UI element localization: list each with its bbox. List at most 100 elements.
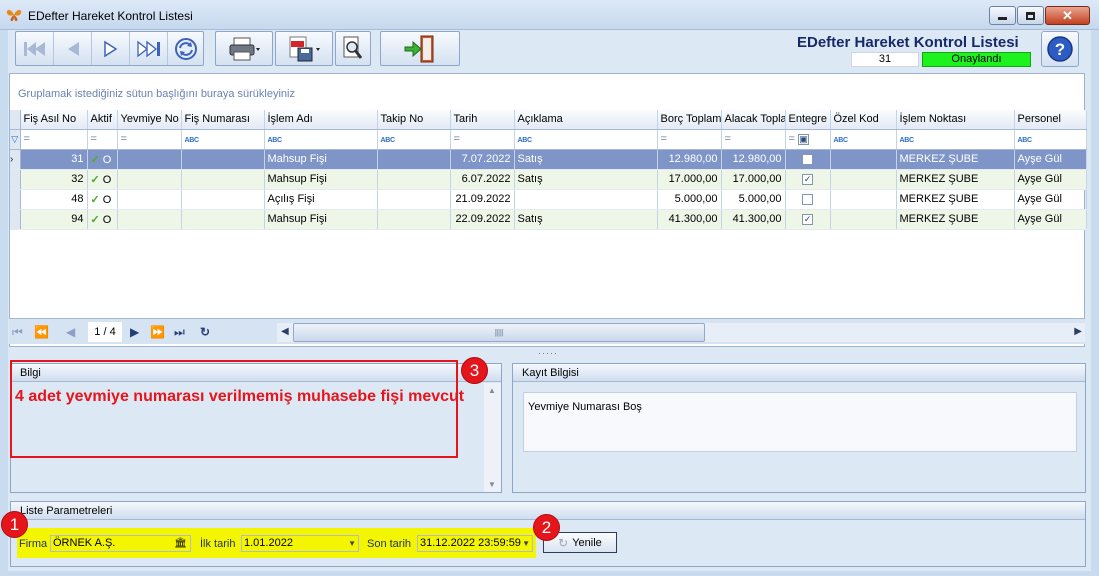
- table-row[interactable]: 48 ✓ O Açılış Fişi 21.09.2022 5.000,00 5…: [10, 189, 1087, 210]
- takip-no-cell[interactable]: [377, 209, 451, 230]
- last-record-button[interactable]: [130, 32, 168, 65]
- takip-no-cell[interactable]: [377, 149, 451, 170]
- fis-asil-no-cell[interactable]: 94: [20, 209, 88, 230]
- col-header[interactable]: Personel: [1014, 110, 1087, 130]
- first-record-button[interactable]: [16, 32, 54, 65]
- scroll-thumb[interactable]: ||||: [293, 323, 705, 342]
- exit-button[interactable]: [381, 32, 459, 65]
- col-header[interactable]: Alacak Topla: [721, 110, 786, 130]
- alacak-cell[interactable]: 17.000,00: [721, 169, 786, 190]
- filter-cell[interactable]: =: [20, 129, 88, 150]
- fis-numarasi-cell[interactable]: [181, 169, 265, 190]
- islem-noktasi-cell[interactable]: MERKEZ ŞUBE: [896, 149, 1015, 170]
- help-button[interactable]: ?: [1041, 31, 1079, 67]
- nav-first-icon[interactable]: ⏮: [12, 325, 23, 340]
- yevmiye-no-cell[interactable]: [117, 209, 182, 230]
- nav-last-icon[interactable]: ⏭: [174, 325, 185, 340]
- splitter-grip[interactable]: ·····: [538, 348, 558, 358]
- islem-adi-cell[interactable]: Açılış Fişi: [264, 189, 378, 210]
- filter-cell[interactable]: ABC: [181, 129, 265, 150]
- maximize-button[interactable]: [1017, 6, 1044, 25]
- islem-adi-cell[interactable]: Mahsup Fişi: [264, 149, 378, 170]
- previous-record-button[interactable]: [54, 32, 92, 65]
- col-header[interactable]: Takip No: [377, 110, 451, 130]
- aktif-cell[interactable]: ✓ O: [87, 189, 118, 210]
- scroll-up-icon[interactable]: ▲: [488, 386, 496, 395]
- nav-next-icon[interactable]: ▶: [130, 325, 139, 339]
- nav-next-page-icon[interactable]: ⏩: [150, 325, 165, 339]
- bilgi-vertical-scrollbar[interactable]: ▲ ▼: [484, 383, 501, 492]
- aciklama-cell[interactable]: Satış: [514, 209, 658, 230]
- entegre-cell[interactable]: [785, 149, 831, 170]
- tarih-cell[interactable]: 22.09.2022: [450, 209, 515, 230]
- fis-numarasi-cell[interactable]: [181, 189, 265, 210]
- preview-button[interactable]: [336, 32, 370, 65]
- ozel-kod-cell[interactable]: [830, 149, 897, 170]
- filter-icon[interactable]: ▽: [10, 129, 21, 150]
- alacak-cell[interactable]: 5.000,00: [721, 189, 786, 210]
- tarih-cell[interactable]: 7.07.2022: [450, 149, 515, 170]
- yevmiye-no-cell[interactable]: [117, 189, 182, 210]
- fis-numarasi-cell[interactable]: [181, 149, 265, 170]
- col-header[interactable]: Borç Toplamı: [657, 110, 722, 130]
- bank-icon[interactable]: 🏛: [174, 536, 187, 551]
- filter-cell[interactable]: =: [657, 129, 722, 150]
- col-header[interactable]: Entegre: [785, 110, 831, 130]
- chevron-down-icon[interactable]: ▼: [522, 536, 530, 551]
- filter-cell[interactable]: =: [117, 129, 182, 150]
- filter-cell[interactable]: ABC: [264, 129, 378, 150]
- islem-noktasi-cell[interactable]: MERKEZ ŞUBE: [896, 209, 1015, 230]
- table-row[interactable]: 94 ✓ O Mahsup Fişi 22.09.2022 Satış 41.3…: [10, 209, 1087, 230]
- col-header[interactable]: Açıklama: [514, 110, 658, 130]
- tarih-cell[interactable]: 21.09.2022: [450, 189, 515, 210]
- islem-adi-cell[interactable]: Mahsup Fişi: [264, 169, 378, 190]
- print-button[interactable]: [216, 32, 272, 65]
- entegre-checkbox[interactable]: [802, 193, 813, 205]
- entegre-cell[interactable]: ✓: [785, 169, 831, 190]
- table-row[interactable]: › 31 ✓ O Mahsup Fişi 7.07.2022 Satış 12.…: [10, 149, 1087, 170]
- tarih-cell[interactable]: 6.07.2022: [450, 169, 515, 190]
- nav-refresh-icon[interactable]: ↻: [200, 325, 210, 339]
- col-header[interactable]: Aktif: [87, 110, 118, 130]
- ilk-tarih-field[interactable]: 1.01.2022 ▼: [241, 535, 359, 552]
- col-header[interactable]: Özel Kod: [830, 110, 897, 130]
- filter-cell[interactable]: ABC: [1014, 129, 1087, 150]
- entegre-checkbox[interactable]: [802, 153, 813, 165]
- yevmiye-no-cell[interactable]: [117, 149, 182, 170]
- borc-cell[interactable]: 12.980,00: [657, 149, 722, 170]
- son-tarih-field[interactable]: 31.12.2022 23:59:59 ▼: [417, 535, 533, 552]
- entegre-cell[interactable]: [785, 189, 831, 210]
- minimize-button[interactable]: [989, 6, 1016, 25]
- ozel-kod-cell[interactable]: [830, 189, 897, 210]
- col-header[interactable]: Yevmiye No: [117, 110, 182, 130]
- aktif-cell[interactable]: ✓ O: [87, 169, 118, 190]
- col-header[interactable]: Tarih: [450, 110, 515, 130]
- ozel-kod-cell[interactable]: [830, 209, 897, 230]
- entegre-cell[interactable]: ✓: [785, 209, 831, 230]
- aktif-cell[interactable]: ✓ O: [87, 149, 118, 170]
- export-pdf-button[interactable]: [276, 32, 332, 65]
- alacak-cell[interactable]: 12.980,00: [721, 149, 786, 170]
- filter-cell[interactable]: ABC: [830, 129, 897, 150]
- scroll-left-icon[interactable]: ◀: [281, 326, 289, 337]
- aciklama-cell[interactable]: Satış: [514, 169, 658, 190]
- ozel-kod-cell[interactable]: [830, 169, 897, 190]
- scroll-right-icon[interactable]: ▶: [1074, 326, 1082, 337]
- borc-cell[interactable]: 17.000,00: [657, 169, 722, 190]
- filter-cell[interactable]: ABC: [514, 129, 658, 150]
- islem-noktasi-cell[interactable]: MERKEZ ŞUBE: [896, 169, 1015, 190]
- islem-adi-cell[interactable]: Mahsup Fişi: [264, 209, 378, 230]
- borc-cell[interactable]: 41.300,00: [657, 209, 722, 230]
- fis-asil-no-cell[interactable]: 48: [20, 189, 88, 210]
- personel-cell[interactable]: Ayşe Gül: [1014, 209, 1087, 230]
- borc-cell[interactable]: 5.000,00: [657, 189, 722, 210]
- firma-field[interactable]: ÖRNEK A.Ş. 🏛: [50, 535, 191, 552]
- col-header[interactable]: Fiş Asıl No: [20, 110, 88, 130]
- filter-cell[interactable]: =: [450, 129, 515, 150]
- nav-prev-icon[interactable]: ◀: [66, 325, 75, 339]
- col-header[interactable]: Fiş Numarası: [181, 110, 265, 130]
- fis-asil-no-cell[interactable]: 32: [20, 169, 88, 190]
- yevmiye-no-cell[interactable]: [117, 169, 182, 190]
- refresh-toolbar-button[interactable]: [168, 32, 203, 65]
- islem-noktasi-cell[interactable]: MERKEZ ŞUBE: [896, 189, 1015, 210]
